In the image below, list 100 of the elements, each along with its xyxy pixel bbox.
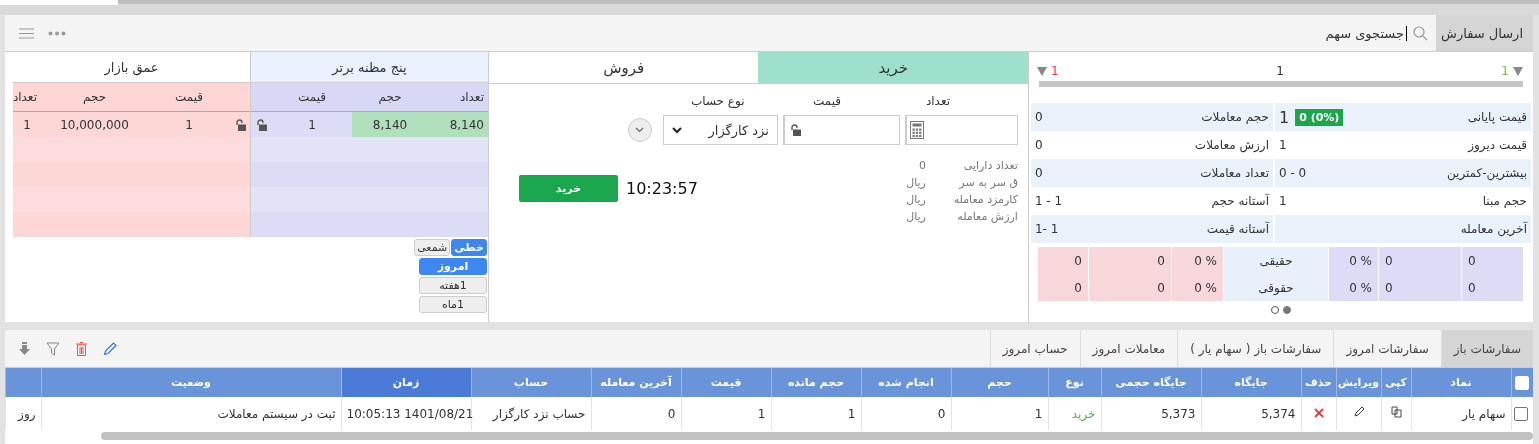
holder-cell: 0 [1036,274,1088,301]
column-header[interactable]: زمان [341,368,471,397]
pencil-icon[interactable] [1352,406,1365,418]
chart-type-button[interactable]: شمعی [414,239,451,256]
holder-cell: 0 [1378,274,1461,301]
column-header[interactable]: جایگاه حجمی [1101,368,1201,397]
depth-cell-text: 1 [307,116,317,134]
holder-cell: 0 [1088,247,1171,274]
account-select[interactable]: نزد کارگزار [662,115,778,145]
stat-value: 0 [1034,110,1043,124]
send-order-tab[interactable]: ارسال سفارش [1436,15,1533,51]
stat-value: 1 - 1 [1034,194,1063,208]
menu-icon[interactable] [19,27,34,39]
lock-icon[interactable] [790,124,802,136]
depth-cell-text: 1 [22,116,32,134]
holder-cell: 0 % [1328,247,1378,274]
depth-cell-text: 10,000,000 [59,116,130,134]
column-header[interactable]: نوع [1048,368,1101,397]
buy-button[interactable]: خرید [519,174,618,202]
field-label: نوع حساب [690,94,746,108]
detail-label: تعداد دارایی [962,159,1018,172]
search-icon[interactable] [1413,25,1428,41]
trade-tab[interactable]: خرید [758,52,1028,83]
field-label: قیمت [812,94,842,108]
stat-value: 1 [1279,194,1287,208]
stat-label: بیشترین-کمترین [1446,166,1527,180]
column-header[interactable]: جایگاه [1201,368,1301,397]
depth-cell-text: 1 [184,116,194,134]
panel-title: پنج مظنه برتر [251,52,488,83]
down-triangle-icon [1513,66,1523,76]
change-badge: 0 (0%) [1295,108,1344,126]
holder-cell: 0 [1461,274,1523,301]
detail-value: ریال [906,176,926,189]
detail-label: ارزش معامله [956,210,1018,223]
stat-label: قیمت دیروز [1468,138,1527,152]
column-header[interactable]: انجام شده [861,368,951,397]
down-triangle-icon [1036,66,1047,76]
column-header[interactable]: نماد [1411,368,1511,397]
column-header[interactable]: ویرایش [1336,368,1381,397]
column-header: تعداد [11,89,38,106]
column-header[interactable]: وضعیت [41,368,341,397]
holder-label: حقیقی [1223,247,1328,274]
column-header[interactable]: حجم مانده [771,368,861,397]
detail-value: ریال [906,210,926,223]
detail-label: کارمزد معامله [952,193,1018,206]
quantity-field[interactable] [904,115,1018,145]
column-header[interactable]: حذف [1301,368,1336,397]
stat-label: حجم معاملات [1201,110,1269,124]
column-header[interactable]: کپی [1381,368,1411,397]
stat-label: آستانه حجم [1211,194,1269,208]
holder-label: حقوقی [1223,274,1328,301]
stat-value: 0 [1034,138,1043,152]
column-header: قیمت [173,89,205,106]
scrollbar[interactable] [101,432,1533,440]
search-field[interactable]: جستجوی سهم [1282,25,1407,41]
column-header[interactable]: حساب [471,368,591,397]
column-header: حجم [81,89,108,106]
clock-time: 10:23:57 [626,178,698,198]
detail-label: ق سر به سر [957,176,1018,189]
price-field[interactable] [782,115,900,145]
column-header[interactable]: آخرین معامله [591,368,681,397]
column-header: تعداد [458,89,485,106]
column-header[interactable]: حجم [951,368,1048,397]
trash-icon[interactable] [76,341,87,356]
stat-label: حجم مبنا [1482,194,1527,208]
column-header: حجم [377,89,403,106]
row-checkbox[interactable] [1514,406,1528,421]
period-button[interactable]: 1هفته [419,277,487,294]
holder-cell: 0 [1461,247,1523,274]
column-header: قیمت [296,89,328,106]
orders-tab[interactable]: سفارشات باز [1440,330,1533,367]
depth-cell: 8,140 [428,112,488,137]
stat-value: 1 [1279,138,1287,152]
pager-dot[interactable] [1270,306,1279,314]
chart-type-button[interactable]: خطی [451,239,487,256]
download-icon[interactable] [19,341,30,356]
detail-value: 0 [918,159,926,172]
expand-button[interactable] [627,118,652,142]
holder-cell: 0 [1378,247,1461,274]
holder-cell: 0 % [1171,247,1223,274]
chevron-icon [635,127,645,133]
period-button[interactable]: 1ماه [419,296,487,313]
copy-icon[interactable] [1390,406,1402,418]
holder-cell: 0 [1036,247,1088,274]
more-icon[interactable] [48,30,66,36]
lock-icon[interactable] [256,118,267,131]
filter-icon[interactable] [46,341,60,356]
stat-label: آستانه قیمت [1206,222,1269,236]
stat-value: 1- 1 [1034,222,1059,236]
period-button[interactable]: امروز [419,258,487,275]
stat-label: آخرین معامله [1460,222,1527,236]
detail-value: ریال [906,193,926,206]
close-icon[interactable] [1313,407,1324,418]
column-header[interactable]: قیمت [681,368,771,397]
pager-dot[interactable] [1282,306,1291,314]
lock-icon[interactable] [234,118,246,131]
ticker-value: 1 [1501,64,1509,78]
field-label: تعداد [925,94,952,108]
select-all-checkbox[interactable] [1515,375,1530,390]
holder-cell: 0 % [1328,274,1378,301]
